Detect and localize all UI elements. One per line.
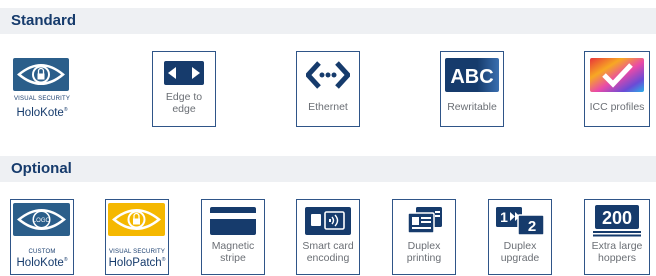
icc-label: ICC profiles <box>589 101 645 113</box>
section-header-standard: Standard <box>0 8 656 34</box>
feature-card-hoppers: 200 Extra large hoppers <box>584 199 650 275</box>
hopper-200-icon: 200 <box>592 205 642 242</box>
feature-card-rewritable: ABC Rewritable <box>440 51 504 127</box>
rewritable-abc-icon: ABC <box>445 58 499 97</box>
edge-label: Edge to edge <box>165 91 203 115</box>
duplex-upgrade-icon: 1 2 <box>494 205 546 242</box>
holokote-caption: VISUAL SECURITY <box>13 96 71 102</box>
svg-text:2: 2 <box>528 218 536 235</box>
custom-holokote-brand: HoloKote® <box>16 257 68 269</box>
svg-text:LOGO: LOGO <box>33 218 51 224</box>
feature-card-duplex-printing: Duplex printing <box>392 199 456 275</box>
section-title: Optional <box>11 160 72 177</box>
rewritable-label: Rewritable <box>447 101 497 113</box>
holopatch-caption: VISUAL SECURITY <box>108 249 166 255</box>
hoppers-label: Extra large hoppers <box>591 240 643 264</box>
edge-arrows-icon <box>164 61 204 90</box>
eye-logo-icon: LOGO <box>13 203 70 236</box>
feature-card-edge-to-edge: Edge to edge <box>152 51 216 127</box>
feature-card-custom-holokote: LOGO CUSTOM HoloKote® <box>10 199 74 275</box>
ethernet-arrows-icon <box>304 61 352 94</box>
eye-padlock-icon <box>13 58 69 91</box>
duplex-upgrade-label: Duplex upgrade <box>500 240 540 264</box>
eye-padlock-icon <box>108 203 165 236</box>
section-title: Standard <box>11 12 77 29</box>
feature-card-duplex-upgrade: 1 2 Duplex upgrade <box>488 199 552 275</box>
magnetic-card-icon <box>210 207 256 240</box>
color-checkmark-icon <box>590 58 644 97</box>
holopatch-brand: HoloPatch® <box>108 257 166 269</box>
feature-card-magnetic-stripe: Magnetic stripe <box>201 199 265 275</box>
smart-card-icon <box>305 207 351 240</box>
feature-card-smart-card: Smart card encoding <box>296 199 360 275</box>
feature-card-holopatch: VISUAL SECURITY HoloPatch® <box>105 199 169 275</box>
magnetic-label: Magnetic stripe <box>211 240 255 264</box>
duplex-printing-label: Duplex printing <box>406 240 442 264</box>
duplex-cards-icon <box>404 205 444 240</box>
holokote-brand: HoloKote® <box>16 107 68 119</box>
feature-card-holokote: VISUAL SECURITY HoloKote® <box>10 52 74 128</box>
custom-caption: CUSTOM <box>28 249 56 255</box>
section-header-optional: Optional <box>0 156 656 182</box>
ethernet-label: Ethernet <box>308 101 348 113</box>
smartcard-label: Smart card encoding <box>302 240 354 264</box>
feature-card-icc: ICC profiles <box>584 51 650 127</box>
feature-card-ethernet: Ethernet <box>296 51 360 127</box>
svg-text:ABC: ABC <box>450 66 493 88</box>
svg-text:1: 1 <box>500 209 508 225</box>
svg-text:200: 200 <box>602 208 632 228</box>
